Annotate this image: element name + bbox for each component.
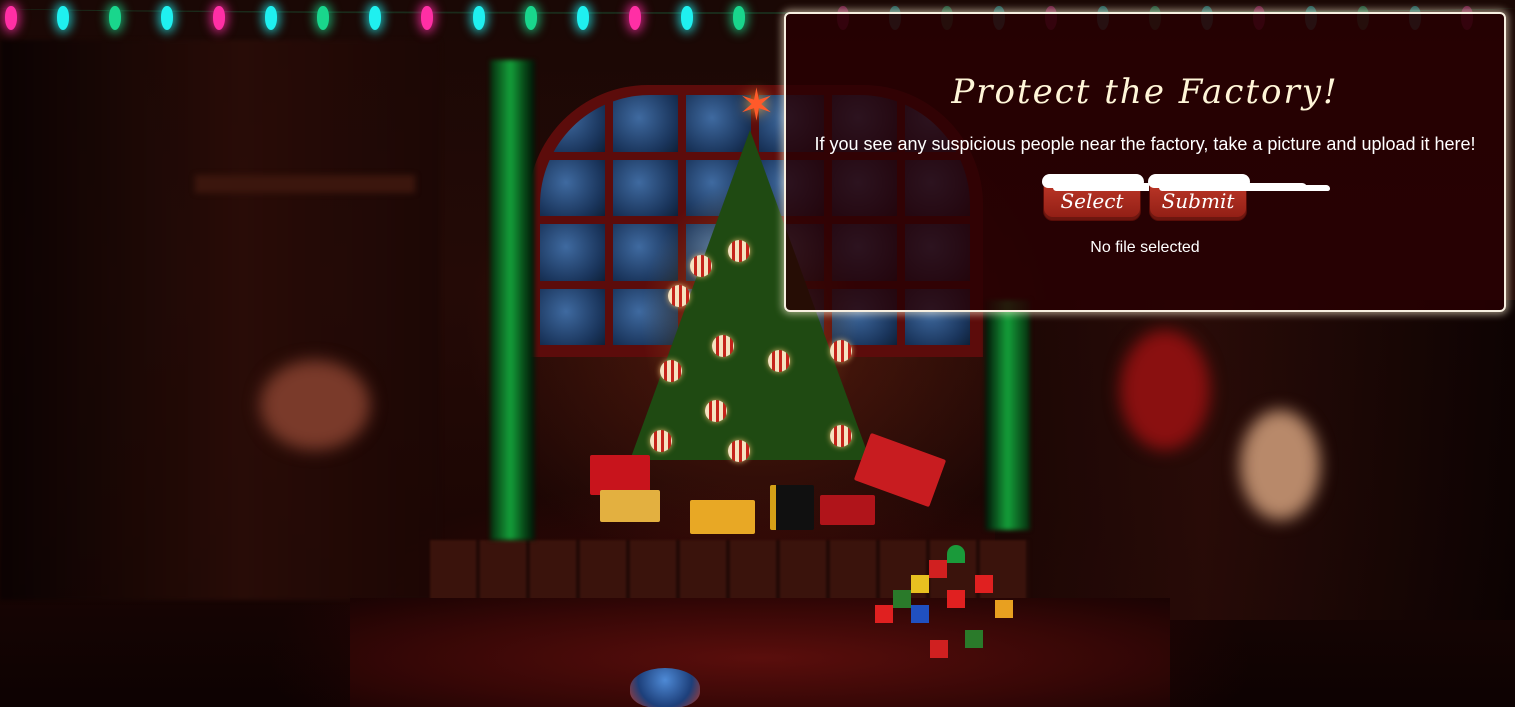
ornament (650, 430, 672, 452)
gift-box (820, 495, 875, 525)
blurred-candles (1120, 330, 1210, 450)
ornament (705, 400, 727, 422)
ornament (660, 360, 682, 382)
ornament (712, 335, 734, 357)
gift-box (600, 490, 660, 522)
light-bulb (525, 6, 537, 30)
panel-description: If you see any suspicious people near th… (814, 134, 1476, 154)
submit-button-label: Submit (1161, 188, 1235, 213)
snow-cap-icon (1148, 174, 1250, 188)
light-bulb (317, 6, 329, 30)
snow-cap-icon (1042, 174, 1144, 188)
left-curtain (490, 60, 535, 540)
light-bulb (109, 6, 121, 30)
ornament (830, 425, 852, 447)
light-bulb (421, 6, 433, 30)
rug (350, 598, 1170, 707)
gift-box (590, 455, 650, 495)
light-bulb (577, 6, 589, 30)
light-bulb (473, 6, 485, 30)
ornament (830, 340, 852, 362)
ornament (728, 240, 750, 262)
light-bulb (57, 6, 69, 30)
panel-title: Protect the Factory! (951, 72, 1339, 112)
submit-button[interactable]: Submit (1148, 174, 1250, 221)
left-wall (0, 40, 440, 600)
spinning-top (630, 668, 700, 707)
light-bulb (213, 6, 225, 30)
file-status-text: No file selected (1090, 239, 1200, 256)
right-curtain (985, 300, 1030, 530)
ornament (668, 285, 690, 307)
light-bulb (629, 6, 641, 30)
tree-star-icon: ✶ (738, 80, 775, 131)
shelf (195, 175, 415, 193)
gift-box (690, 500, 755, 534)
light-bulb (681, 6, 693, 30)
light-bulb (265, 6, 277, 30)
upload-panel: Protect the Factory! If you see any susp… (784, 12, 1506, 312)
ornament (768, 350, 790, 372)
select-file-button[interactable]: Select (1042, 174, 1144, 221)
button-row: Select Submit (786, 174, 1504, 221)
ornament (728, 440, 750, 462)
light-bulb (369, 6, 381, 30)
light-bulb (161, 6, 173, 30)
select-button-label: Select (1060, 189, 1124, 213)
gift-box (770, 485, 814, 530)
toy-blocks (875, 545, 1030, 665)
blurred-toy (260, 360, 370, 450)
ornament (690, 255, 712, 277)
blurred-dog (1240, 410, 1320, 520)
light-bulb (5, 6, 17, 30)
light-bulb (733, 6, 745, 30)
